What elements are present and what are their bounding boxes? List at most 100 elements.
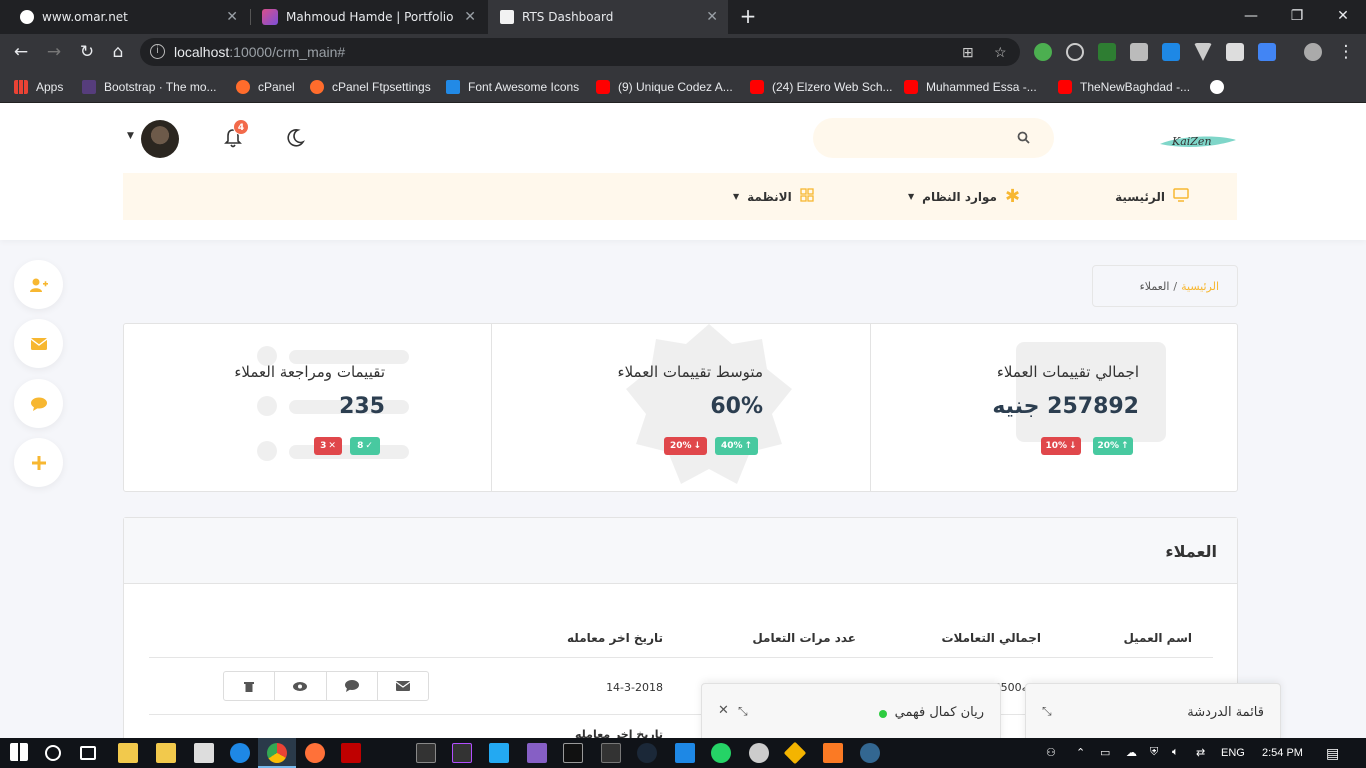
- nav-item-home[interactable]: الرئيسية: [1115, 173, 1189, 220]
- edge-icon[interactable]: [230, 743, 250, 763]
- minimize-chat-icon[interactable]: ⤡: [1042, 704, 1052, 719]
- visual-studio-icon[interactable]: [527, 743, 547, 763]
- sourcetree-icon[interactable]: [783, 741, 807, 765]
- address-bar[interactable]: i localhost:10000/crm_main# ⊞ ☆: [140, 38, 1020, 66]
- search-icon[interactable]: [1016, 130, 1032, 146]
- filezilla-icon[interactable]: [341, 743, 361, 763]
- star-icon[interactable]: ☆: [994, 44, 1007, 61]
- nav-item-systems[interactable]: ▼ الانظمة: [733, 173, 814, 220]
- tab-omar[interactable]: www.omar.net ✕: [8, 0, 248, 34]
- cloud-icon[interactable]: ☁: [1126, 746, 1137, 759]
- vue-devtools-icon[interactable]: [1194, 43, 1212, 61]
- terminal-icon[interactable]: [563, 743, 583, 763]
- view-button[interactable]: [275, 672, 327, 700]
- clock[interactable]: 2:54 PM: [1262, 747, 1303, 759]
- whatsapp-icon[interactable]: [711, 743, 731, 763]
- windows-start-icon[interactable]: [10, 743, 28, 761]
- task-view-icon[interactable]: [80, 746, 96, 760]
- shield-icon[interactable]: ⛨: [1150, 746, 1158, 759]
- breadcrumb-home-link[interactable]: الرئيسية: [1181, 280, 1219, 293]
- tab-portfolio[interactable]: Mahmoud Hamde | Portfolio ✕: [250, 0, 486, 34]
- new-tab-button[interactable]: +: [736, 5, 760, 29]
- close-window-button[interactable]: ✕: [1320, 0, 1366, 32]
- firefox-icon[interactable]: [305, 743, 325, 763]
- phpstorm-icon[interactable]: [452, 743, 472, 763]
- tray-icon[interactable]: ▭: [1100, 746, 1110, 759]
- postgres-icon[interactable]: [860, 743, 880, 763]
- search-icon[interactable]: [45, 745, 61, 761]
- email-button[interactable]: [378, 672, 428, 700]
- dark-mode-toggle-icon[interactable]: [285, 128, 305, 148]
- nav-item-resources[interactable]: ▼ موارد النظام ✱: [908, 173, 1020, 220]
- chat-list-window[interactable]: قائمة الدردشة ⤡: [1025, 683, 1281, 738]
- notification-center-icon[interactable]: ▤: [1326, 745, 1339, 762]
- user-avatar[interactable]: [141, 120, 179, 158]
- menu-icon[interactable]: ⋮: [1335, 41, 1357, 63]
- delete-button[interactable]: [224, 672, 276, 700]
- bookmark-unique-codez[interactable]: (9) Unique Codez A...: [596, 77, 733, 97]
- app-icon[interactable]: [749, 743, 769, 763]
- reload-icon[interactable]: ↻: [76, 41, 98, 63]
- extension-icon[interactable]: [1034, 43, 1052, 61]
- kaizen-logo[interactable]: KaiZen: [1158, 130, 1238, 152]
- language-indicator[interactable]: ENG: [1221, 747, 1245, 759]
- search-input[interactable]: [813, 118, 1054, 158]
- store-icon[interactable]: [118, 743, 138, 763]
- mail-icon[interactable]: [194, 743, 214, 763]
- chrome-icon[interactable]: [267, 743, 287, 763]
- bookmark-muhammed-essa[interactable]: Muhammed Essa -...: [904, 77, 1037, 97]
- chevron-down-icon[interactable]: ▼: [127, 131, 134, 141]
- bookmark-apps[interactable]: Apps: [14, 77, 63, 97]
- info-icon[interactable]: i: [150, 44, 165, 59]
- restore-button[interactable]: ❐: [1274, 0, 1320, 32]
- file-explorer-icon[interactable]: [156, 743, 176, 763]
- comment-button[interactable]: [327, 672, 378, 700]
- location-icon[interactable]: [1226, 43, 1244, 61]
- minimize-chat-icon[interactable]: ⤡: [738, 704, 748, 719]
- add-button[interactable]: [14, 438, 63, 487]
- volume-icon[interactable]: 🔈︎: [1172, 746, 1179, 759]
- bookmark-cpanel-ftp[interactable]: cPanel Ftpsettings: [310, 77, 431, 97]
- eye-icon: [293, 681, 308, 691]
- minimize-button[interactable]: —: [1228, 0, 1274, 32]
- screenshot-icon[interactable]: [1162, 43, 1180, 61]
- checkmark-extension-icon[interactable]: [1098, 43, 1116, 61]
- home-icon[interactable]: ⌂: [107, 41, 129, 63]
- bookmark-elzero[interactable]: (24) Elzero Web Sch...: [750, 77, 893, 97]
- profile-avatar-icon[interactable]: [1304, 43, 1322, 61]
- close-icon[interactable]: ✕: [464, 9, 476, 25]
- webstorm-icon[interactable]: [416, 743, 436, 763]
- forward-icon[interactable]: →: [43, 41, 65, 63]
- chat-conversation-window[interactable]: ريان كمال فهمي ✕ ⤡: [701, 683, 1001, 738]
- chat-button[interactable]: [14, 379, 63, 428]
- bookmark-font-awesome[interactable]: Font Awesome Icons: [446, 77, 579, 97]
- steam-icon[interactable]: [637, 743, 657, 763]
- stat-up-value: 8: [357, 441, 364, 451]
- chat-contact-name: ريان كمال فهمي: [894, 705, 984, 720]
- bookmark-bootstrap[interactable]: Bootstrap · The mo...: [82, 77, 217, 97]
- translate-icon[interactable]: ⊞: [962, 44, 974, 61]
- messages-button[interactable]: [14, 319, 63, 368]
- stat-value: 235: [339, 394, 385, 419]
- network-icon[interactable]: ⇄: [1196, 746, 1205, 759]
- back-icon[interactable]: ←: [10, 41, 32, 63]
- app-icon[interactable]: [675, 743, 695, 763]
- chevron-up-icon[interactable]: ⌃: [1076, 746, 1085, 759]
- tab-rts-dashboard[interactable]: RTS Dashboard ✕: [488, 0, 728, 34]
- bookmark-label: (9) Unique Codez A...: [618, 80, 733, 94]
- close-chat-icon[interactable]: ✕: [718, 703, 729, 718]
- react-devtools-icon[interactable]: [1066, 43, 1084, 61]
- google-translate-icon[interactable]: [1258, 43, 1276, 61]
- xampp-icon[interactable]: [823, 743, 843, 763]
- bookmark-cpanel[interactable]: cPanel: [236, 77, 295, 97]
- bookmark-globe[interactable]: [1210, 77, 1232, 97]
- browser-toolbar: ← → ↻ ⌂ i localhost:10000/crm_main# ⊞ ☆ …: [0, 34, 1366, 70]
- vscode-icon[interactable]: [489, 743, 509, 763]
- bookmark-newbaghdad[interactable]: TheNewBaghdad -...: [1058, 77, 1190, 97]
- close-icon[interactable]: ✕: [226, 9, 238, 25]
- people-icon[interactable]: ⚇: [1046, 746, 1056, 759]
- bg-app-icon[interactable]: [601, 743, 621, 763]
- add-user-button[interactable]: [14, 260, 63, 309]
- close-icon[interactable]: ✕: [706, 9, 718, 25]
- camera-icon[interactable]: [1130, 43, 1148, 61]
